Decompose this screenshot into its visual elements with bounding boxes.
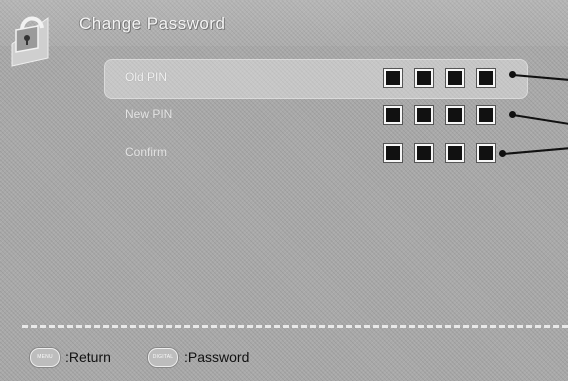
footer-divider xyxy=(22,325,568,328)
new-pin-label: New PIN xyxy=(125,107,173,121)
pin-digit-box xyxy=(415,69,433,87)
change-password-screen: Change Password Old PIN New PIN Confirm xyxy=(0,0,568,381)
page-title: Change Password xyxy=(79,14,226,33)
new-pin-row[interactable]: New PIN xyxy=(104,96,528,136)
pin-digit-box xyxy=(384,106,402,124)
pin-digit-box xyxy=(384,69,402,87)
old-pin-row[interactable]: Old PIN xyxy=(104,59,528,99)
pin-digit-box xyxy=(446,144,464,162)
confirm-pin-row[interactable]: Confirm xyxy=(104,134,528,174)
pin-digit-box xyxy=(415,144,433,162)
pin-digit-box xyxy=(446,106,464,124)
confirm-pin-label: Confirm xyxy=(125,145,168,159)
pin-digit-box xyxy=(446,69,464,87)
digital-key-icon: DIGITAL xyxy=(148,348,178,367)
digital-key-hint: :Password xyxy=(184,349,250,365)
pin-digit-box xyxy=(477,69,495,87)
menu-key-hint: :Return xyxy=(65,349,111,365)
menu-key-icon: MENU xyxy=(30,348,60,367)
pin-digit-box xyxy=(477,144,495,162)
old-pin-label: Old PIN xyxy=(125,70,168,84)
pin-digit-box xyxy=(477,106,495,124)
lock-icon xyxy=(11,16,49,67)
pin-digit-box xyxy=(384,144,402,162)
pin-digit-box xyxy=(415,106,433,124)
